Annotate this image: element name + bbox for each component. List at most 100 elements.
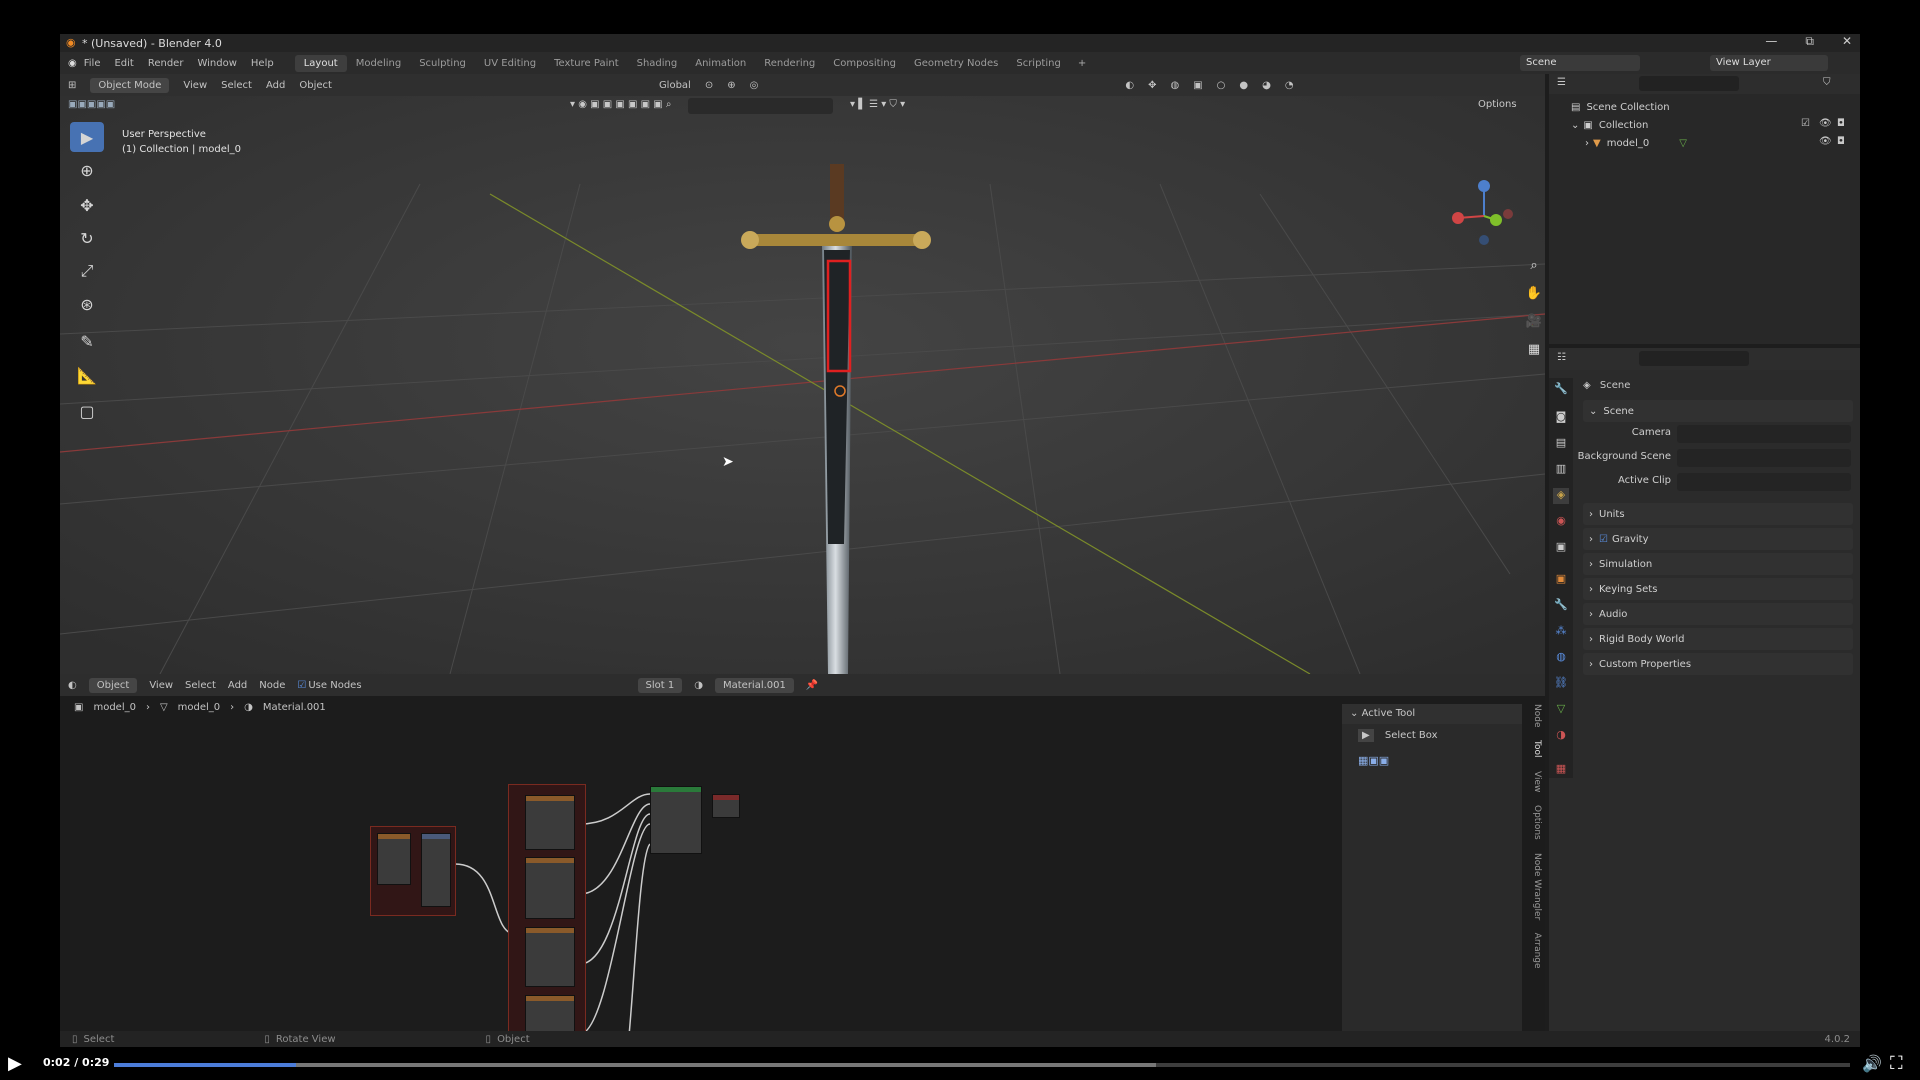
menu-item-help[interactable]: Help	[251, 58, 274, 69]
world-tab-icon[interactable]: ◉	[1553, 514, 1569, 530]
snapping-tools-icons[interactable]: ▾ ◉ ▣ ▣ ▣ ▣ ▣ ▣ ⌕	[570, 99, 671, 110]
texture-node[interactable]	[525, 857, 575, 919]
tab-node-wrangler[interactable]: Node Wrangler	[1532, 853, 1542, 920]
shading-material-icon[interactable]: ◕	[1262, 80, 1271, 91]
modifier-tab-icon[interactable]: 🔧	[1553, 598, 1569, 614]
pivot-icon[interactable]: ⊙	[705, 80, 713, 91]
properties-editor-icon[interactable]: ☷	[1557, 352, 1566, 363]
workspace-tab-modeling[interactable]: Modeling	[347, 55, 411, 72]
principled-bsdf-node[interactable]	[650, 786, 702, 854]
ne-menu-view[interactable]: View	[149, 680, 173, 691]
gravity-checkbox[interactable]: ☑	[1599, 534, 1608, 545]
breadcrumb-object[interactable]: model_0	[93, 702, 136, 713]
add-cube-tool[interactable]: ▢	[70, 396, 104, 426]
exit-fullscreen-icon[interactable]: ⛶	[1890, 1053, 1903, 1074]
minimize-icon[interactable]: —	[1765, 34, 1777, 49]
object-type-dropdown[interactable]: Object	[88, 677, 138, 693]
constraints-tab-icon[interactable]: ⛓	[1553, 676, 1569, 692]
menu-item-window[interactable]: Window	[197, 58, 236, 69]
workspace-tab-scripting[interactable]: Scripting	[1007, 55, 1069, 72]
tool-tab-icon[interactable]: 🔧	[1553, 382, 1569, 398]
object-row[interactable]: › ▼ model_0 ▽	[1585, 134, 1687, 152]
shading-solid-icon[interactable]: ●	[1239, 80, 1248, 91]
object-tab-icon[interactable]: ▣	[1553, 572, 1569, 588]
camera-icon[interactable]: ◘	[1837, 118, 1845, 129]
tab-options[interactable]: Options	[1532, 805, 1542, 840]
tab-arrange[interactable]: Arrange	[1532, 933, 1542, 969]
measure-tool[interactable]: 📐	[70, 360, 104, 390]
pan-hand-icon[interactable]: ✋	[1525, 286, 1543, 304]
custom-properties-panel[interactable]: › Custom Properties	[1583, 653, 1853, 675]
viewport-menu-object[interactable]: Object	[299, 80, 332, 91]
node-frame[interactable]	[370, 826, 456, 916]
scene-tab-icon[interactable]: ◈	[1553, 488, 1569, 504]
snap-icon[interactable]: ⊕	[727, 80, 735, 91]
cursor-tool[interactable]: ⊕	[70, 155, 104, 185]
node-frame-textures[interactable]	[508, 784, 586, 1047]
simulation-panel[interactable]: › Simulation	[1583, 553, 1853, 575]
workspace-tab-animation[interactable]: Animation	[686, 55, 755, 72]
render-tab-icon[interactable]: ◙	[1553, 410, 1569, 426]
grid-view-icon[interactable]: ▦	[1525, 342, 1543, 360]
shading-render-icon[interactable]: ◔	[1285, 80, 1294, 91]
workspace-tab-rendering[interactable]: Rendering	[755, 55, 824, 72]
material-selector[interactable]: Material.001	[714, 677, 794, 693]
audio-panel[interactable]: › Audio	[1583, 603, 1853, 625]
workspace-tab-uv-editing[interactable]: UV Editing	[475, 55, 545, 72]
units-panel[interactable]: › Units	[1583, 503, 1853, 525]
mapping-node[interactable]	[421, 833, 451, 907]
transform-tool[interactable]: ⊛	[70, 289, 104, 319]
eye-icon[interactable]: 👁	[1819, 136, 1832, 147]
outliner-editor-icon[interactable]: ☰	[1557, 77, 1566, 88]
physics-tab-icon[interactable]: ◍	[1553, 650, 1569, 666]
workspace-tab-geometry-nodes[interactable]: Geometry Nodes	[905, 55, 1007, 72]
filter-icon[interactable]: ⛉	[1823, 77, 1831, 88]
material-output-node[interactable]	[712, 794, 740, 818]
ne-menu-select[interactable]: Select	[185, 680, 216, 691]
output-tab-icon[interactable]: ▤	[1553, 436, 1569, 452]
properties-search-field[interactable]	[1639, 351, 1749, 366]
particles-tab-icon[interactable]: ⁂	[1553, 624, 1569, 640]
viewport-menu-view[interactable]: View	[183, 80, 207, 91]
workspace-tab-texture-paint[interactable]: Texture Paint	[545, 55, 628, 72]
scale-tool[interactable]: ⤢	[70, 256, 104, 286]
select-box-tool[interactable]: ▶	[70, 122, 104, 152]
menu-item-render[interactable]: Render	[148, 58, 184, 69]
workspace-tab-layout[interactable]: Layout	[294, 54, 347, 72]
keying-sets-panel[interactable]: › Keying Sets	[1583, 578, 1853, 600]
select-box-option[interactable]: ▶ Select Box	[1358, 729, 1438, 742]
editor-type-icon[interactable]: ⊞	[68, 80, 76, 91]
tab-view[interactable]: View	[1532, 771, 1542, 792]
proportional-icon[interactable]: ◎	[750, 80, 759, 91]
shader-node-editor[interactable]: ◐ Object View Select Add Node ☑ Use Node…	[60, 674, 1545, 1047]
3d-viewport[interactable]: ⊞ Object Mode View Select Add Object Glo…	[60, 74, 1545, 674]
camera-field[interactable]	[1677, 425, 1851, 443]
scene-panel-header[interactable]: ⌄ Scene	[1583, 400, 1853, 422]
rotate-tool[interactable]: ↻	[70, 223, 104, 253]
scene-collection-row[interactable]: ▤ Scene Collection	[1571, 98, 1670, 116]
selection-mode-icons[interactable]: ▦▣▣	[1358, 754, 1389, 767]
tab-node[interactable]: Node	[1532, 704, 1542, 728]
breadcrumb-material[interactable]: Material.001	[263, 702, 326, 713]
move-tool[interactable]: ✥	[70, 190, 104, 220]
transform-orientation[interactable]: Global	[659, 80, 691, 91]
image-texture-node[interactable]	[377, 833, 411, 885]
filter-icons[interactable]: ▾ ▌ ☰ ▾ ⛉ ▾	[850, 99, 905, 110]
workspace-tab-compositing[interactable]: Compositing	[824, 55, 905, 72]
pin-icon[interactable]: 📌	[806, 680, 818, 691]
video-progress-fill[interactable]	[114, 1063, 297, 1067]
xray-icon[interactable]: ▣	[1193, 80, 1202, 91]
collection-tab-icon[interactable]: ▣	[1553, 540, 1569, 556]
workspace-tab-shading[interactable]: Shading	[628, 55, 687, 72]
add-workspace-icon[interactable]: +	[1078, 58, 1086, 69]
annotate-tool[interactable]: ✎	[70, 326, 104, 356]
rigid-body-world-panel[interactable]: › Rigid Body World	[1583, 628, 1853, 650]
texture-node[interactable]	[525, 795, 575, 850]
checkbox-icon[interactable]: ☑	[1801, 118, 1810, 129]
workspace-tab-sculpting[interactable]: Sculpting	[410, 55, 475, 72]
viewport-search-field[interactable]	[688, 98, 833, 114]
play-icon[interactable]: ▶	[8, 1053, 22, 1074]
collection-row[interactable]: ⌄ ▣ Collection	[1571, 116, 1648, 134]
gizmo-icon[interactable]: ✥	[1148, 80, 1156, 91]
scene-selector[interactable]: Scene	[1520, 55, 1640, 71]
